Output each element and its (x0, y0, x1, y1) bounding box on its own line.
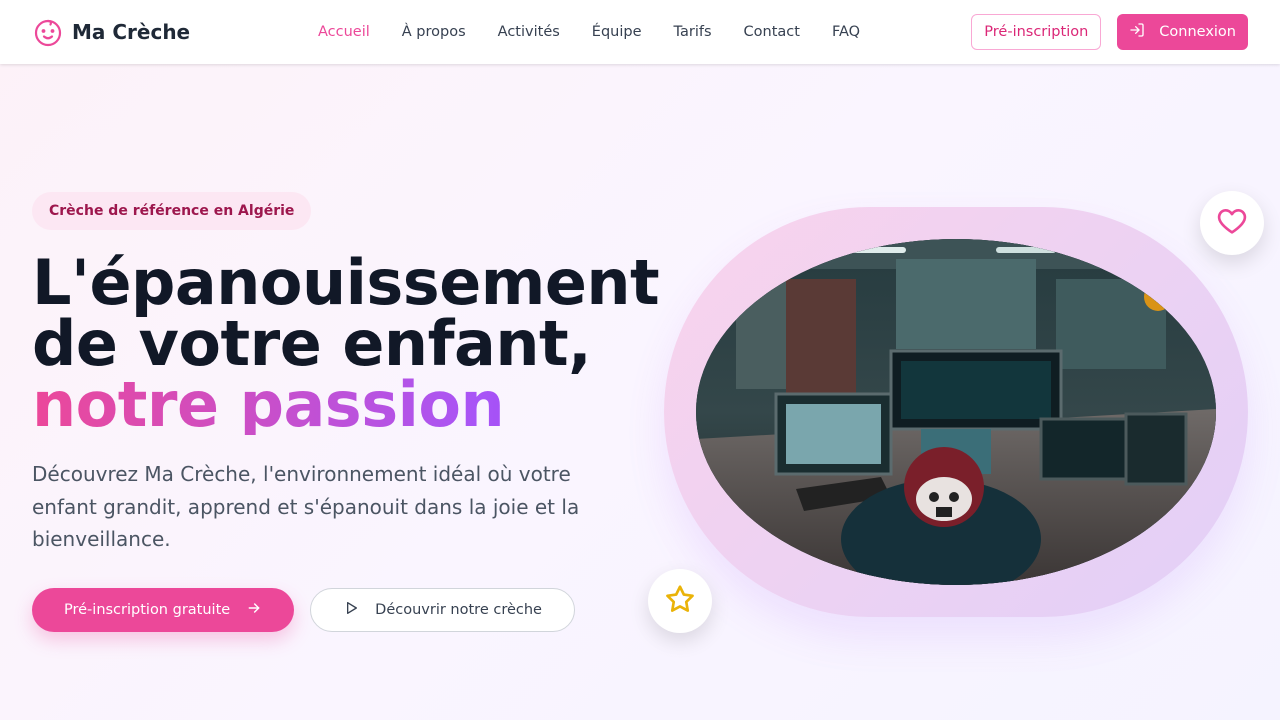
brand-name: Ma Crèche (72, 20, 191, 44)
preinscription-button[interactable]: Pré-inscription (971, 14, 1102, 50)
nav-item-tarifs[interactable]: Tarifs (674, 24, 712, 40)
login-icon (1129, 22, 1145, 42)
nav-item-activites[interactable]: Activités (498, 24, 560, 40)
arrow-right-icon (246, 600, 262, 620)
hero-photo (696, 239, 1216, 585)
free-preinscription-button[interactable]: Pré-inscription gratuite (32, 588, 295, 632)
main-nav: Accueil À propos Activités Équipe Tarifs… (318, 0, 860, 64)
hero-title: L'épanouissement de votre enfant, notre … (32, 246, 672, 436)
nav-item-equipe[interactable]: Équipe (592, 24, 642, 40)
nav-item-a-propos[interactable]: À propos (402, 24, 466, 40)
hero-title-line1: L'épanouissement (32, 246, 660, 319)
header-actions: Pré-inscription Connexion (971, 14, 1248, 50)
brand-logo[interactable]: Ma Crèche (32, 16, 190, 48)
hero-title-highlight: notre passion (32, 374, 672, 436)
nav-item-contact[interactable]: Contact (744, 24, 800, 40)
discover-creche-button[interactable]: Découvrir notre crèche (310, 588, 575, 632)
nav-item-faq[interactable]: FAQ (832, 24, 860, 40)
secondary-cta-label: Découvrir notre crèche (375, 602, 542, 618)
heart-badge (1200, 191, 1264, 255)
star-badge (648, 569, 712, 633)
hero-cta-row: Pré-inscription gratuite Découvrir notre… (32, 588, 575, 632)
primary-cta-label: Pré-inscription gratuite (64, 602, 231, 618)
star-icon (664, 583, 696, 619)
hero-description: Découvrez Ma Crèche, l'environnement idé… (32, 462, 580, 551)
hero-title-line2: de votre enfant, (32, 307, 592, 380)
site-header: Ma Crèche Accueil À propos Activités Équ… (0, 0, 1280, 64)
login-button[interactable]: Connexion (1117, 14, 1248, 50)
baby-face-icon (32, 16, 64, 48)
nav-item-accueil[interactable]: Accueil (318, 24, 370, 40)
hero-badge: Crèche de référence en Algérie (32, 192, 312, 230)
play-icon (343, 600, 359, 620)
heart-icon (1216, 205, 1248, 241)
login-label: Connexion (1159, 24, 1236, 40)
